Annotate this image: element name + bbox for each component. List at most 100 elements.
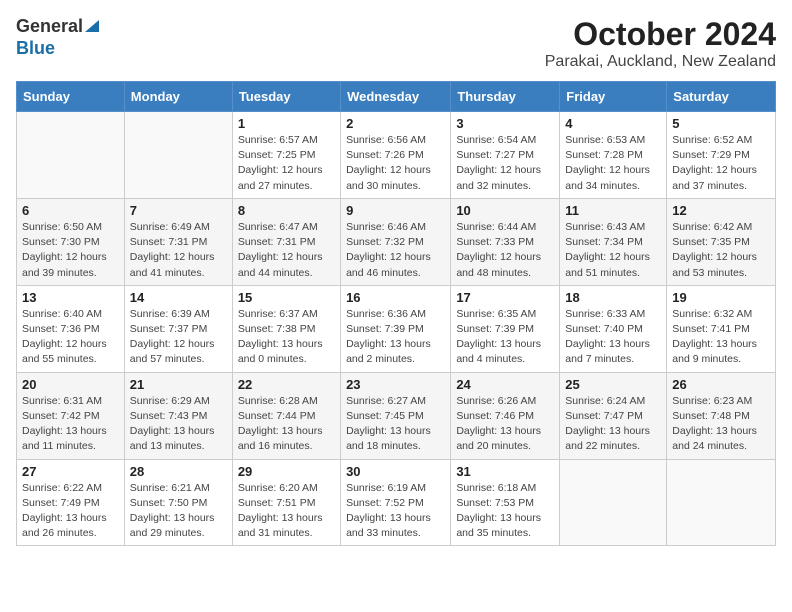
day-number: 31 — [456, 464, 554, 479]
day-number: 28 — [130, 464, 227, 479]
day-cell: 17 Sunrise: 6:35 AM Sunset: 7:39 PM Dayli… — [451, 285, 560, 372]
col-header-saturday: Saturday — [667, 82, 776, 112]
day-cell: 9 Sunrise: 6:46 AM Sunset: 7:32 PM Daylig… — [341, 198, 451, 285]
day-cell: 29 Sunrise: 6:20 AM Sunset: 7:51 PM Dayli… — [232, 459, 340, 546]
day-number: 1 — [238, 116, 335, 131]
day-cell — [667, 459, 776, 546]
day-number: 11 — [565, 203, 661, 218]
day-number: 18 — [565, 290, 661, 305]
day-number: 7 — [130, 203, 227, 218]
day-cell: 7 Sunrise: 6:49 AM Sunset: 7:31 PM Daylig… — [124, 198, 232, 285]
day-cell: 16 Sunrise: 6:36 AM Sunset: 7:39 PM Dayli… — [341, 285, 451, 372]
day-detail: Sunrise: 6:23 AM Sunset: 7:48 PM Dayligh… — [672, 395, 757, 453]
day-cell: 19 Sunrise: 6:32 AM Sunset: 7:41 PM Dayli… — [667, 285, 776, 372]
day-cell: 22 Sunrise: 6:28 AM Sunset: 7:44 PM Dayli… — [232, 372, 340, 459]
day-cell — [124, 112, 232, 199]
day-number: 24 — [456, 377, 554, 392]
day-cell: 8 Sunrise: 6:47 AM Sunset: 7:31 PM Daylig… — [232, 198, 340, 285]
col-header-thursday: Thursday — [451, 82, 560, 112]
day-detail: Sunrise: 6:49 AM Sunset: 7:31 PM Dayligh… — [130, 221, 215, 279]
day-number: 6 — [22, 203, 119, 218]
day-detail: Sunrise: 6:28 AM Sunset: 7:44 PM Dayligh… — [238, 395, 323, 453]
day-detail: Sunrise: 6:18 AM Sunset: 7:53 PM Dayligh… — [456, 482, 541, 540]
day-cell: 2Sunrise: 6:56 AM Sunset: 7:26 PM Daylig… — [341, 112, 451, 199]
col-header-wednesday: Wednesday — [341, 82, 451, 112]
col-header-friday: Friday — [560, 82, 667, 112]
day-detail: Sunrise: 6:36 AM Sunset: 7:39 PM Dayligh… — [346, 308, 431, 366]
day-detail: Sunrise: 6:33 AM Sunset: 7:40 PM Dayligh… — [565, 308, 650, 366]
col-header-tuesday: Tuesday — [232, 82, 340, 112]
day-number: 17 — [456, 290, 554, 305]
day-detail: Sunrise: 6:39 AM Sunset: 7:37 PM Dayligh… — [130, 308, 215, 366]
day-cell: 6Sunrise: 6:50 AM Sunset: 7:30 PM Daylig… — [17, 198, 125, 285]
day-cell: 18 Sunrise: 6:33 AM Sunset: 7:40 PM Dayli… — [560, 285, 667, 372]
day-cell: 11 Sunrise: 6:43 AM Sunset: 7:34 PM Dayli… — [560, 198, 667, 285]
day-number: 10 — [456, 203, 554, 218]
day-detail: Sunrise: 6:29 AM Sunset: 7:43 PM Dayligh… — [130, 395, 215, 453]
title-block: October 2024 Parakai, Auckland, New Zeal… — [545, 16, 776, 71]
day-number: 5 — [672, 116, 770, 131]
day-number: 26 — [672, 377, 770, 392]
day-detail: Sunrise: 6:47 AM Sunset: 7:31 PM Dayligh… — [238, 221, 323, 279]
day-number: 4 — [565, 116, 661, 131]
day-number: 27 — [22, 464, 119, 479]
day-detail: Sunrise: 6:32 AM Sunset: 7:41 PM Dayligh… — [672, 308, 757, 366]
day-number: 22 — [238, 377, 335, 392]
day-detail: Sunrise: 6:20 AM Sunset: 7:51 PM Dayligh… — [238, 482, 323, 540]
day-cell: 14 Sunrise: 6:39 AM Sunset: 7:37 PM Dayli… — [124, 285, 232, 372]
day-detail: Sunrise: 6:40 AM Sunset: 7:36 PM Dayligh… — [22, 308, 107, 366]
day-detail: Sunrise: 6:46 AM Sunset: 7:32 PM Dayligh… — [346, 221, 431, 279]
day-number: 21 — [130, 377, 227, 392]
day-cell: 12Sunrise: 6:42 AM Sunset: 7:35 PM Dayli… — [667, 198, 776, 285]
logo-text-blue: Blue — [16, 38, 55, 60]
day-detail: Sunrise: 6:19 AM Sunset: 7:52 PM Dayligh… — [346, 482, 431, 540]
day-cell: 3Sunrise: 6:54 AM Sunset: 7:27 PM Daylig… — [451, 112, 560, 199]
day-detail: Sunrise: 6:52 AM Sunset: 7:29 PM Dayligh… — [672, 134, 757, 192]
day-cell: 21 Sunrise: 6:29 AM Sunset: 7:43 PM Dayli… — [124, 372, 232, 459]
day-detail: Sunrise: 6:44 AM Sunset: 7:33 PM Dayligh… — [456, 221, 541, 279]
day-detail: Sunrise: 6:43 AM Sunset: 7:34 PM Dayligh… — [565, 221, 650, 279]
week-row-1: 1Sunrise: 6:57 AM Sunset: 7:25 PM Daylig… — [17, 112, 776, 199]
day-number: 25 — [565, 377, 661, 392]
day-number: 9 — [346, 203, 445, 218]
day-number: 8 — [238, 203, 335, 218]
day-cell: 20 Sunrise: 6:31 AM Sunset: 7:42 PM Dayli… — [17, 372, 125, 459]
calendar-header: SundayMondayTuesdayWednesdayThursdayFrid… — [17, 82, 776, 112]
day-cell: 31 Sunrise: 6:18 AM Sunset: 7:53 PM Dayli… — [451, 459, 560, 546]
day-cell — [560, 459, 667, 546]
day-number: 29 — [238, 464, 335, 479]
day-detail: Sunrise: 6:24 AM Sunset: 7:47 PM Dayligh… — [565, 395, 650, 453]
calendar-subtitle: Parakai, Auckland, New Zealand — [545, 53, 776, 71]
day-cell: 10 Sunrise: 6:44 AM Sunset: 7:33 PM Dayli… — [451, 198, 560, 285]
day-cell: 5 Sunrise: 6:52 AM Sunset: 7:29 PM Daylig… — [667, 112, 776, 199]
day-detail: Sunrise: 6:54 AM Sunset: 7:27 PM Dayligh… — [456, 134, 541, 192]
day-cell: 24 Sunrise: 6:26 AM Sunset: 7:46 PM Dayli… — [451, 372, 560, 459]
day-number: 14 — [130, 290, 227, 305]
day-number: 16 — [346, 290, 445, 305]
day-detail: Sunrise: 6:27 AM Sunset: 7:45 PM Dayligh… — [346, 395, 431, 453]
day-cell — [17, 112, 125, 199]
day-cell: 15Sunrise: 6:37 AM Sunset: 7:38 PM Dayli… — [232, 285, 340, 372]
col-header-monday: Monday — [124, 82, 232, 112]
day-number: 23 — [346, 377, 445, 392]
calendar-body: 1Sunrise: 6:57 AM Sunset: 7:25 PM Daylig… — [17, 112, 776, 546]
day-detail: Sunrise: 6:21 AM Sunset: 7:50 PM Dayligh… — [130, 482, 215, 540]
day-cell: 13Sunrise: 6:40 AM Sunset: 7:36 PM Dayli… — [17, 285, 125, 372]
logo-icon — [85, 16, 99, 32]
logo: General Blue — [16, 16, 99, 59]
day-number: 19 — [672, 290, 770, 305]
calendar-table: SundayMondayTuesdayWednesdayThursdayFrid… — [16, 81, 776, 546]
day-detail: Sunrise: 6:35 AM Sunset: 7:39 PM Dayligh… — [456, 308, 541, 366]
week-row-3: 13Sunrise: 6:40 AM Sunset: 7:36 PM Dayli… — [17, 285, 776, 372]
day-detail: Sunrise: 6:37 AM Sunset: 7:38 PM Dayligh… — [238, 308, 323, 366]
logo-text-general: General — [16, 16, 83, 38]
day-cell: 28 Sunrise: 6:21 AM Sunset: 7:50 PM Dayli… — [124, 459, 232, 546]
col-header-sunday: Sunday — [17, 82, 125, 112]
day-detail: Sunrise: 6:31 AM Sunset: 7:42 PM Dayligh… — [22, 395, 107, 453]
day-detail: Sunrise: 6:26 AM Sunset: 7:46 PM Dayligh… — [456, 395, 541, 453]
day-cell: 30 Sunrise: 6:19 AM Sunset: 7:52 PM Dayli… — [341, 459, 451, 546]
day-number: 20 — [22, 377, 119, 392]
day-detail: Sunrise: 6:53 AM Sunset: 7:28 PM Dayligh… — [565, 134, 650, 192]
day-number: 30 — [346, 464, 445, 479]
day-detail: Sunrise: 6:56 AM Sunset: 7:26 PM Dayligh… — [346, 134, 431, 192]
